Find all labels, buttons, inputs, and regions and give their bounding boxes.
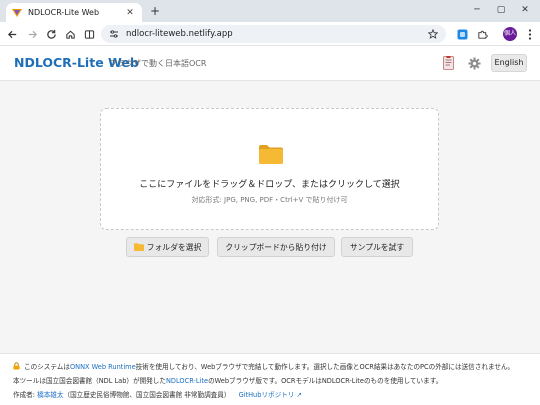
author-notice: 作成者: 橋本雄太（国立歴史民俗博物館、国立国会図書館 非常勤調査員） GitH… <box>13 389 302 399</box>
ndlocr-lite-link[interactable]: NDLOCR-Lite <box>166 377 208 385</box>
select-folder-button[interactable]: フォルダを選択 <box>126 237 209 257</box>
puzzle-icon <box>477 30 488 39</box>
author-label: 作成者: <box>13 391 36 399</box>
browser-menu-button[interactable] <box>523 27 537 41</box>
about-text-post: のWebブラウザ版です。OCRモデルはNDLOCR-Liteのものを使用していま… <box>208 377 443 385</box>
browser-tab[interactable]: NDLOCR-Lite Web ✕ <box>6 3 142 22</box>
app-favicon-icon <box>12 8 22 17</box>
home-icon <box>65 30 75 39</box>
forward-arrow-icon <box>28 30 37 38</box>
settings-button[interactable] <box>466 55 482 71</box>
onnx-runtime-link[interactable]: ONNX Web Runtime <box>70 363 136 371</box>
page-footer: このシステムはONNX Web Runtime技術を使用しており、Webブラウザ… <box>0 353 540 405</box>
lock-icon <box>13 362 20 370</box>
site-info-icon[interactable] <box>109 29 119 39</box>
author-affiliation: （国立歴史民俗博物館、国立国会図書館 非常勤調査員） <box>63 391 231 399</box>
document-list-icon <box>442 56 454 70</box>
forward-button[interactable] <box>25 27 39 41</box>
privacy-notice: このシステムはONNX Web Runtime技術を使用しており、Webブラウザ… <box>13 361 514 371</box>
more-vert-icon <box>528 28 532 40</box>
extension-button[interactable] <box>455 27 469 41</box>
tab-close-icon[interactable]: ✕ <box>124 8 136 18</box>
try-sample-button[interactable]: サンプルを試す <box>341 237 413 257</box>
reload-button[interactable] <box>44 27 58 41</box>
browser-tab-strip: NDLOCR-Lite Web ✕ + ─ ▢ ✕ <box>0 0 540 22</box>
file-dropzone[interactable]: ここにファイルをドラッグ＆ドロップ、またはクリックして選択 対応形式: JPG,… <box>100 108 439 230</box>
profile-avatar[interactable]: 個人 <box>503 27 517 41</box>
try-sample-label: サンプルを試す <box>349 242 405 252</box>
close-window-button[interactable]: ✕ <box>514 3 536 17</box>
tab-title: NDLOCR-Lite Web <box>28 8 100 17</box>
about-notice: 本ツールは国立国会図書館（NDL Lab）が開発したNDLOCR-LiteのWe… <box>13 375 442 385</box>
split-view-icon <box>84 29 94 39</box>
history-button[interactable] <box>440 55 456 71</box>
url-text[interactable]: ndlocr-liteweb.netlify.app <box>126 29 428 39</box>
split-view-button[interactable] <box>82 27 96 41</box>
maximize-button[interactable]: ▢ <box>490 3 512 17</box>
extension-app-icon <box>457 29 467 39</box>
browser-toolbar: ndlocr-liteweb.netlify.app 個人 <box>0 22 540 46</box>
author-link[interactable]: 橋本雄太 <box>37 391 63 399</box>
about-text-pre: 本ツールは国立国会図書館（NDL Lab）が開発した <box>13 377 166 385</box>
home-button[interactable] <box>63 27 77 41</box>
new-tab-button[interactable]: + <box>148 4 162 18</box>
back-arrow-icon <box>7 30 16 38</box>
paste-clipboard-button[interactable]: クリップボードから貼り付け <box>217 237 335 257</box>
back-button[interactable] <box>5 27 19 41</box>
privacy-text-post: 技術を使用しており、Webブラウザで完結して動作します。選択した画像とOCR結果… <box>135 363 515 371</box>
bookmark-star-icon[interactable] <box>428 29 438 39</box>
privacy-text-pre: このシステムは <box>24 363 70 371</box>
app-tagline: ブラウザで動く日本語OCR <box>109 59 207 68</box>
folder-icon <box>259 145 283 164</box>
select-folder-label: フォルダを選択 <box>146 242 202 252</box>
extensions-menu-button[interactable] <box>475 27 489 41</box>
main-area: ここにファイルをドラッグ＆ドロップ、またはクリックして選択 対応形式: JPG,… <box>0 81 540 353</box>
dropzone-title: ここにファイルをドラッグ＆ドロップ、またはクリックして選択 <box>139 180 400 190</box>
address-bar[interactable]: ndlocr-liteweb.netlify.app <box>101 25 446 43</box>
gear-icon <box>467 56 481 70</box>
github-repo-link[interactable]: GitHubリポジトリ ↗ <box>239 391 302 399</box>
folder-small-icon <box>133 243 144 251</box>
minimize-button[interactable]: ─ <box>466 3 488 17</box>
dropzone-subtitle: 対応形式: JPG, PNG, PDF・Ctrl+V で貼り付け可 <box>191 196 348 204</box>
language-toggle-button[interactable]: English <box>491 54 527 72</box>
reload-icon <box>46 29 56 39</box>
paste-clipboard-label: クリップボードから貼り付け <box>225 242 327 252</box>
app-header: NDLOCR-Lite Web ブラウザで動く日本語OCR English <box>0 46 540 81</box>
